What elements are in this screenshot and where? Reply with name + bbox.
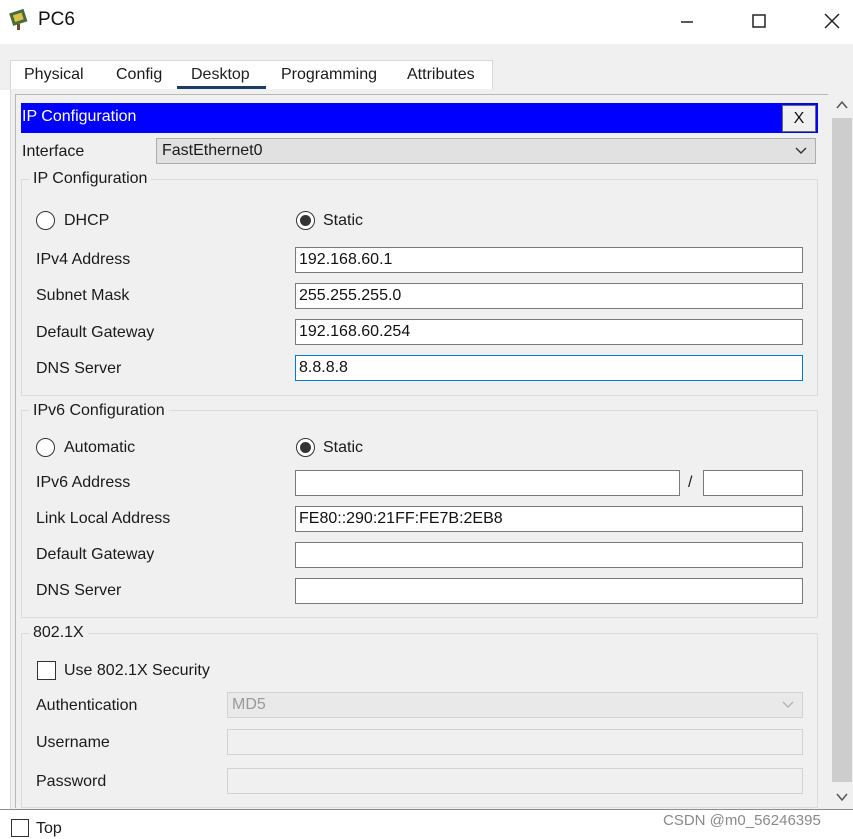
username-input[interactable] [227, 729, 803, 755]
scrollbar-thumb[interactable] [832, 118, 852, 782]
title-bar [0, 0, 853, 44]
ipv4-group-title: IP Configuration [29, 170, 152, 188]
ipv4-dns-input[interactable] [295, 355, 803, 381]
interface-select[interactable]: FastEthernet0 [156, 138, 816, 164]
ipv6-address-label: IPv6 Address [36, 474, 131, 491]
ipv4-static-label: Static [323, 212, 364, 229]
ip-config-header [21, 103, 818, 133]
interface-value: FastEthernet0 [162, 142, 263, 159]
password-input[interactable] [227, 768, 803, 794]
tab-programming[interactable]: Programming [281, 66, 377, 84]
subnet-mask-label: Subnet Mask [36, 287, 130, 304]
link-local-label: Link Local Address [36, 510, 171, 527]
scroll-up-button[interactable] [830, 94, 853, 116]
link-local-input[interactable] [295, 506, 803, 532]
ipv6-gateway-input[interactable] [295, 542, 803, 568]
window-title: PC6 [38, 9, 75, 30]
authentication-label: Authentication [36, 697, 138, 714]
bottom-divider [0, 809, 853, 810]
tab-desktop[interactable]: Desktop [191, 66, 250, 84]
ipv4-gateway-input[interactable] [295, 319, 803, 345]
chevron-down-icon [795, 147, 807, 154]
close-icon [824, 13, 840, 29]
ipv4-gateway-label: Default Gateway [36, 324, 155, 341]
ipv6-static-radio[interactable] [296, 438, 315, 457]
ipv4-address-label: IPv4 Address [36, 251, 131, 268]
top-label: Top [36, 820, 62, 837]
ipv6-prefix-input[interactable] [703, 470, 803, 496]
ipv6-automatic-label: Automatic [64, 439, 136, 456]
app-icon [8, 8, 32, 32]
chevron-up-icon [835, 100, 848, 109]
ipv4-address-input[interactable] [295, 247, 803, 273]
ipv6-dns-input[interactable] [295, 578, 803, 604]
tab-config[interactable]: Config [116, 66, 162, 84]
dhcp-label: DHCP [64, 212, 110, 229]
top-checkbox[interactable] [11, 819, 29, 837]
use-8021x-label: Use 802.1X Security [64, 662, 210, 679]
password-label: Password [36, 773, 107, 790]
subnet-mask-input[interactable] [295, 283, 803, 309]
ipv6-group-title: IPv6 Configuration [29, 402, 169, 420]
minimize-button[interactable] [667, 6, 707, 36]
chevron-down-icon [782, 701, 794, 708]
chevron-down-icon [835, 793, 848, 802]
ipv6-static-label: Static [323, 439, 364, 456]
tab-attributes[interactable]: Attributes [407, 66, 475, 84]
scroll-down-button[interactable] [830, 786, 853, 808]
minimize-icon [681, 21, 693, 23]
tab-physical[interactable]: Physical [24, 66, 84, 84]
use-8021x-checkbox[interactable] [37, 661, 56, 680]
ipv4-static-radio[interactable] [296, 211, 315, 230]
interface-label: Interface [22, 143, 85, 160]
dhcp-radio[interactable] [36, 211, 55, 230]
prefix-separator: / [688, 474, 693, 491]
dot1x-group-title: 802.1X [29, 624, 88, 642]
ipv6-dns-label: DNS Server [36, 582, 122, 599]
ip-config-title: IP Configuration [22, 108, 137, 125]
ipv6-gateway-label: Default Gateway [36, 546, 155, 563]
watermark: CSDN @m0_56246395 [663, 812, 821, 829]
maximize-icon [752, 14, 766, 28]
ipv6-address-input[interactable] [295, 470, 680, 496]
authentication-select[interactable]: MD5 [227, 692, 803, 718]
ipv6-automatic-radio[interactable] [36, 438, 55, 457]
username-label: Username [36, 734, 110, 751]
close-window-button[interactable] [812, 6, 852, 36]
ipv4-dns-label: DNS Server [36, 360, 122, 377]
close-ip-config-button[interactable]: X [782, 105, 816, 132]
authentication-value: MD5 [232, 696, 266, 713]
maximize-button[interactable] [739, 6, 779, 36]
